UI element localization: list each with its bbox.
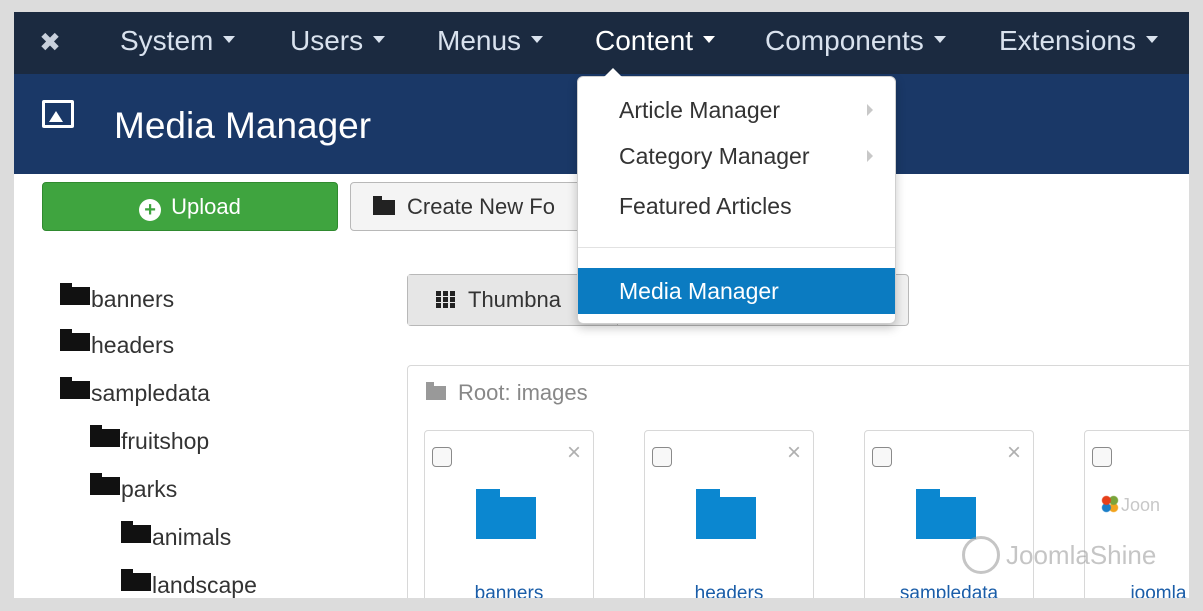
tree-item-label: animals bbox=[152, 524, 232, 550]
content-dropdown-menu: Article Manager Category Manager Feature… bbox=[577, 68, 896, 324]
tree-item-label: headers bbox=[91, 332, 175, 358]
media-item-label[interactable]: sampledata bbox=[865, 583, 1033, 598]
chevron-right-icon bbox=[867, 104, 873, 116]
tree-item-label: fruitshop bbox=[121, 428, 210, 454]
tree-item-banners[interactable]: banners bbox=[60, 283, 175, 314]
media-item-label[interactable]: joomla_b bbox=[1085, 583, 1189, 598]
media-item-banners[interactable]: × banners bbox=[424, 430, 594, 598]
breadcrumb-text: Root: images bbox=[458, 380, 588, 405]
tree-item-sampledata[interactable]: sampledata bbox=[60, 377, 210, 408]
folder-icon bbox=[90, 473, 120, 495]
tree-item-landscape[interactable]: landscape bbox=[121, 569, 257, 598]
tree-item-animals[interactable]: animals bbox=[121, 521, 232, 552]
joomla-logo-icon bbox=[1101, 495, 1119, 513]
nav-users[interactable]: Users bbox=[290, 12, 386, 74]
nav-extensions[interactable]: Extensions bbox=[999, 12, 1158, 74]
select-checkbox[interactable] bbox=[652, 447, 672, 467]
create-folder-button[interactable]: Create New Fo bbox=[350, 182, 610, 231]
tree-item-fruitshop[interactable]: fruitshop bbox=[90, 425, 210, 456]
thumbnail-view-label: Thumbna bbox=[468, 287, 561, 312]
nav-menus[interactable]: Menus bbox=[437, 12, 544, 74]
menu-item-label: Article Manager bbox=[619, 97, 781, 123]
chevron-down-icon bbox=[933, 36, 946, 44]
delete-icon[interactable]: × bbox=[787, 441, 801, 465]
menu-divider bbox=[578, 247, 895, 248]
folder-icon bbox=[90, 425, 120, 447]
app-window: ✖ System Users Menus Content Components … bbox=[14, 12, 1189, 598]
folder-icon bbox=[476, 489, 536, 539]
joomla-logo-text: Joon bbox=[1121, 495, 1161, 515]
folder-icon bbox=[60, 283, 90, 305]
watermark-text: JoomlaShine bbox=[1006, 540, 1157, 570]
page-title: Media Manager bbox=[114, 105, 372, 146]
folder-icon bbox=[121, 569, 151, 591]
menu-item-media-manager[interactable]: Media Manager bbox=[578, 268, 895, 314]
folder-icon bbox=[916, 489, 976, 539]
chevron-down-icon bbox=[223, 36, 236, 44]
image-icon bbox=[42, 100, 74, 128]
select-checkbox[interactable] bbox=[1092, 447, 1112, 467]
chevron-down-icon bbox=[703, 36, 716, 44]
select-checkbox[interactable] bbox=[432, 447, 452, 467]
upload-button[interactable]: + Upload bbox=[42, 182, 338, 231]
menu-item-category-manager[interactable]: Category Manager bbox=[578, 133, 895, 179]
delete-icon[interactable]: × bbox=[567, 441, 581, 465]
chevron-down-icon bbox=[1145, 36, 1158, 44]
plus-circle-icon: + bbox=[139, 199, 162, 221]
nav-system-label: System bbox=[120, 25, 214, 56]
upload-button-label: Upload bbox=[171, 194, 241, 219]
nav-system[interactable]: System bbox=[120, 12, 236, 74]
folder-icon bbox=[696, 489, 756, 539]
tree-item-headers[interactable]: headers bbox=[60, 329, 175, 360]
chevron-down-icon bbox=[531, 36, 544, 44]
nav-content-label: Content bbox=[595, 25, 694, 56]
tree-item-parks[interactable]: parks bbox=[90, 473, 178, 504]
nav-menus-label: Menus bbox=[437, 25, 522, 56]
tree-item-label: banners bbox=[91, 286, 175, 312]
folder-icon bbox=[60, 377, 90, 399]
media-item-headers[interactable]: × headers bbox=[644, 430, 814, 598]
menu-item-article-manager[interactable]: Article Manager bbox=[578, 87, 895, 133]
tree-item-label: parks bbox=[121, 476, 178, 502]
tree-item-label: sampledata bbox=[91, 380, 210, 406]
joomlashine-logo-icon bbox=[962, 536, 1000, 574]
folder-icon bbox=[60, 329, 90, 351]
breadcrumb: Root: images bbox=[426, 380, 588, 406]
menu-item-featured-articles[interactable]: Featured Articles bbox=[578, 183, 895, 229]
grid-icon bbox=[436, 291, 456, 309]
menu-item-label: Category Manager bbox=[619, 143, 810, 169]
nav-extensions-label: Extensions bbox=[999, 25, 1136, 56]
media-item-label[interactable]: headers bbox=[645, 583, 813, 598]
folder-open-icon bbox=[373, 196, 395, 215]
nav-users-label: Users bbox=[290, 25, 364, 56]
tree-item-label: landscape bbox=[152, 572, 257, 598]
joomla-logo-thumbnail: Joon bbox=[1101, 495, 1160, 516]
chevron-down-icon bbox=[373, 36, 386, 44]
nav-components-label: Components bbox=[765, 25, 924, 56]
nav-content[interactable]: Content bbox=[595, 12, 716, 74]
folder-icon bbox=[426, 382, 446, 400]
create-folder-label: Create New Fo bbox=[407, 194, 555, 219]
menu-item-label: Featured Articles bbox=[619, 193, 792, 219]
select-checkbox[interactable] bbox=[872, 447, 892, 467]
menu-item-label: Media Manager bbox=[619, 278, 779, 304]
delete-icon[interactable]: × bbox=[1007, 441, 1021, 465]
folder-icon bbox=[121, 521, 151, 543]
chevron-right-icon bbox=[867, 150, 873, 162]
top-navbar: ✖ System Users Menus Content Components … bbox=[14, 12, 1189, 74]
watermark: JoomlaShine bbox=[962, 536, 1156, 574]
joomla-logo-icon[interactable]: ✖ bbox=[36, 28, 64, 56]
media-item-label[interactable]: banners bbox=[425, 583, 593, 598]
nav-components[interactable]: Components bbox=[765, 12, 946, 74]
